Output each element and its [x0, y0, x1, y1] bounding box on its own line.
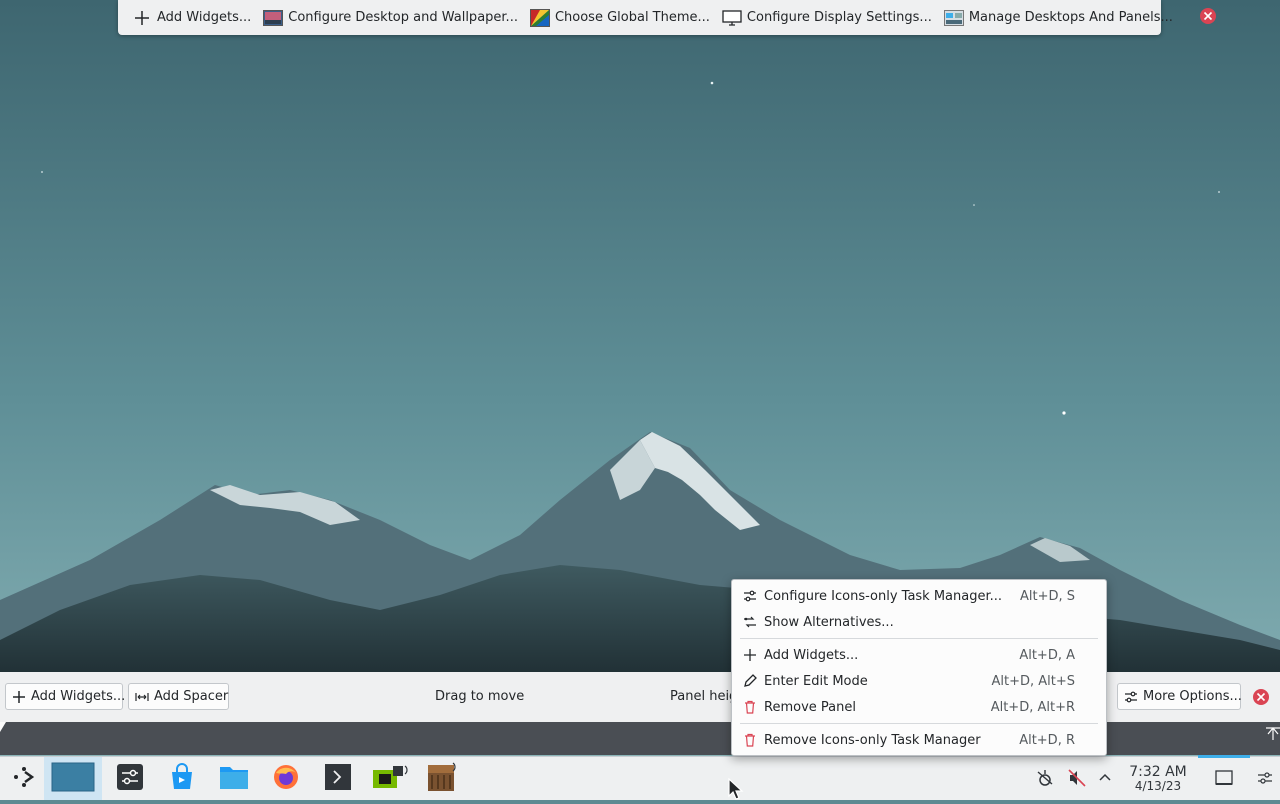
kde-launcher-icon [11, 764, 37, 794]
trash-icon [742, 732, 758, 748]
spacer-icon [135, 690, 149, 704]
digital-clock[interactable]: 7:32 AM 4/13/23 [1122, 765, 1194, 793]
system-settings-task[interactable] [106, 757, 154, 800]
menu-item-shortcut: Alt+D, Alt+S [991, 673, 1075, 689]
wallpaper-icon [263, 9, 284, 27]
desktop-preview-icon [51, 762, 95, 796]
konsole-task[interactable] [314, 757, 362, 800]
manage-desktops-panels-label: Manage Desktops And Panels... [968, 10, 1173, 25]
menu-item-label: Enter Edit Mode [764, 673, 868, 689]
configure-display-label: Configure Display Settings... [746, 10, 932, 25]
configure-icon [742, 588, 758, 604]
ruler-highlight [1198, 755, 1250, 758]
desktops-panels-icon [943, 9, 964, 27]
menu-item-remove-task-manager[interactable]: Remove Icons-only Task Manager Alt+D, R [732, 728, 1106, 752]
taskbar-panel: 7:32 AM 4/13/23 [0, 756, 1280, 800]
menu-item-show-alternatives[interactable]: Show Alternatives... [732, 610, 1106, 634]
choose-global-theme-button[interactable]: Choose Global Theme... [524, 4, 716, 32]
clock-time: 7:32 AM [1129, 764, 1187, 780]
configure-display-button[interactable]: Configure Display Settings... [716, 4, 938, 32]
menu-item-label: Configure Icons-only Task Manager... [764, 588, 1003, 604]
firefox-icon [272, 763, 300, 795]
clock-date: 4/13/23 [1134, 779, 1182, 793]
menu-item-label: Add Widgets... [764, 647, 859, 663]
trash-icon [742, 699, 758, 715]
plus-icon [12, 690, 26, 704]
menu-separator [740, 723, 1098, 724]
add-widgets-button[interactable]: Add Widgets... [126, 4, 257, 32]
nvidia-icon [371, 762, 409, 796]
more-options-button[interactable]: More Options... [1117, 683, 1242, 710]
menu-item-add-widgets[interactable]: Add Widgets... Alt+D, A [732, 643, 1106, 667]
menu-item-shortcut: Alt+D, S [1019, 588, 1075, 604]
manage-desktops-panels-button[interactable]: Manage Desktops And Panels... [938, 4, 1179, 32]
menu-item-label: Remove Icons-only Task Manager [764, 732, 981, 748]
volume-muted-icon[interactable] [1066, 767, 1088, 789]
discover-icon [168, 762, 196, 795]
more-options-label: More Options... [1143, 689, 1242, 704]
panel-add-widgets-button[interactable]: Add Widgets... [5, 683, 126, 710]
crafting-table-icon [424, 761, 460, 797]
folder-icon [219, 763, 249, 795]
system-settings-icon [116, 763, 144, 795]
menu-item-shortcut: Alt+D, R [1019, 732, 1075, 748]
discover-task[interactable] [158, 757, 206, 800]
plus-icon [742, 647, 758, 663]
network-tray-icon[interactable] [1034, 767, 1056, 789]
add-spacer-label: Add Spacer [154, 689, 229, 704]
menu-item-label: Remove Panel [764, 699, 856, 715]
minecraft-task[interactable] [418, 757, 466, 800]
pager-desktop-1[interactable] [44, 757, 102, 800]
plus-icon [132, 9, 152, 27]
menu-item-configure-task-manager[interactable]: Configure Icons-only Task Manager... Alt… [732, 584, 1106, 608]
desktop-edit-toolbar: Add Widgets... Configure Desktop and Wal… [118, 0, 1216, 35]
panel-add-widgets-label: Add Widgets... [31, 689, 126, 704]
monitor-icon [722, 9, 742, 27]
choose-global-theme-label: Choose Global Theme... [554, 10, 710, 25]
add-spacer-button[interactable]: Add Spacer [128, 683, 229, 710]
show-desktop-icon[interactable] [1213, 767, 1235, 789]
dolphin-task[interactable] [210, 757, 258, 800]
alternatives-icon [742, 614, 758, 630]
terminal-icon [324, 763, 352, 795]
configure-desktop-label: Configure Desktop and Wallpaper... [288, 10, 518, 25]
nvidia-settings-task[interactable] [366, 757, 414, 800]
task-manager-context-menu: Configure Icons-only Task Manager... Alt… [731, 579, 1107, 756]
panel-configure-icon[interactable] [1254, 767, 1276, 789]
application-launcher-button[interactable] [0, 757, 48, 800]
menu-item-shortcut: Alt+D, A [1019, 647, 1075, 663]
close-edit-mode-button[interactable] [1193, 4, 1223, 32]
menu-item-enter-edit-mode[interactable]: Enter Edit Mode Alt+D, Alt+S [732, 669, 1106, 693]
add-widgets-label: Add Widgets... [157, 10, 252, 25]
menu-item-remove-panel[interactable]: Remove Panel Alt+D, Alt+R [732, 695, 1106, 719]
configure-icon [1124, 690, 1138, 704]
close-icon [1199, 7, 1217, 29]
mouse-pointer-icon [728, 777, 744, 804]
close-panel-edit-button[interactable] [1252, 688, 1270, 710]
menu-item-shortcut: Alt+D, Alt+R [990, 699, 1075, 715]
pencil-icon [742, 673, 758, 689]
menu-separator [740, 638, 1098, 639]
drag-to-move-handle[interactable]: Drag to move [435, 689, 524, 704]
menu-item-label: Show Alternatives... [764, 614, 894, 630]
configure-desktop-button[interactable]: Configure Desktop and Wallpaper... [257, 4, 524, 32]
firefox-task[interactable] [262, 757, 310, 800]
tray-expand-chevron-icon[interactable] [1094, 767, 1116, 789]
theme-icon [529, 8, 550, 27]
